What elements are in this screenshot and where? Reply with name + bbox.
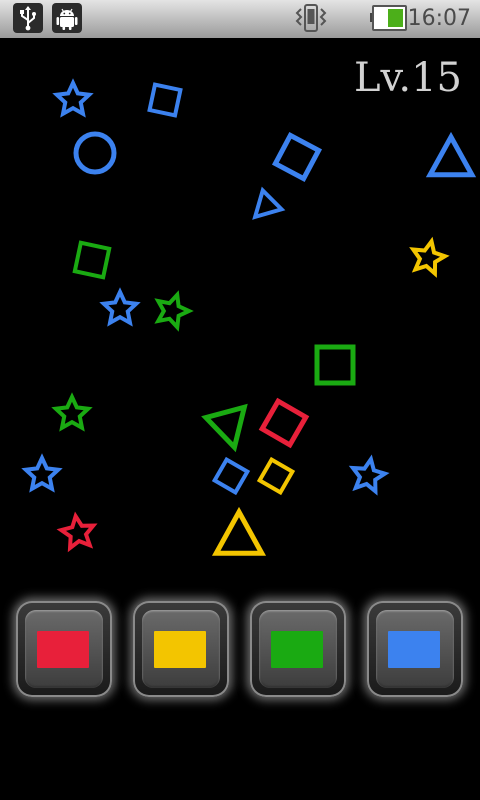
shape-star-red[interactable] bbox=[56, 511, 98, 553]
vibrate-icon bbox=[295, 4, 327, 32]
star-outline bbox=[52, 78, 94, 118]
yellow-swatch bbox=[154, 631, 206, 668]
shape-square-red[interactable] bbox=[258, 397, 310, 449]
green-swatch bbox=[271, 631, 323, 668]
star-outline bbox=[21, 453, 63, 493]
shape-star-yellow[interactable] bbox=[409, 236, 450, 278]
triangle-outline bbox=[425, 131, 477, 178]
shape-triangle-yellow[interactable] bbox=[211, 506, 267, 556]
star-outline bbox=[56, 511, 98, 553]
shape-star-green[interactable] bbox=[152, 290, 194, 332]
playfield[interactable] bbox=[0, 38, 480, 598]
shape-square-blue[interactable] bbox=[211, 456, 251, 496]
square-outline bbox=[314, 344, 356, 386]
android-debug-icon bbox=[52, 3, 82, 33]
star-outline bbox=[51, 392, 93, 432]
shape-star-green[interactable] bbox=[51, 392, 93, 432]
blue-button[interactable] bbox=[367, 601, 463, 697]
red-button[interactable] bbox=[16, 601, 112, 697]
yellow-button[interactable] bbox=[133, 601, 229, 697]
green-button[interactable] bbox=[250, 601, 346, 697]
star-outline bbox=[348, 454, 390, 496]
usb-icon bbox=[13, 3, 43, 33]
star-outline bbox=[409, 236, 450, 278]
triangle-outline bbox=[201, 403, 248, 453]
shape-triangle-green[interactable] bbox=[201, 403, 254, 453]
shape-square-blue[interactable] bbox=[271, 131, 323, 183]
circle-outline bbox=[73, 131, 117, 175]
shape-triangle-blue[interactable] bbox=[246, 186, 286, 226]
shape-square-green[interactable] bbox=[314, 344, 356, 386]
shape-square-yellow[interactable] bbox=[256, 456, 296, 496]
status-clock: 16:07 bbox=[407, 6, 471, 31]
star-outline bbox=[99, 287, 141, 327]
triangle-outline bbox=[211, 506, 267, 556]
color-controls bbox=[0, 600, 480, 700]
blue-swatch bbox=[388, 631, 440, 668]
shape-star-blue[interactable] bbox=[99, 287, 141, 327]
shape-triangle-blue[interactable] bbox=[425, 131, 477, 178]
shape-star-blue[interactable] bbox=[52, 78, 94, 118]
shape-circle-blue[interactable] bbox=[73, 131, 117, 175]
status-bar: 16:07 bbox=[0, 0, 480, 38]
shape-square-blue[interactable] bbox=[147, 82, 183, 118]
triangle-outline bbox=[252, 186, 286, 220]
square-outline bbox=[72, 240, 112, 280]
battery-charging-icon bbox=[370, 5, 407, 31]
shape-star-blue[interactable] bbox=[348, 454, 390, 496]
square-outline bbox=[211, 456, 251, 496]
red-swatch bbox=[37, 631, 89, 668]
shape-star-blue[interactable] bbox=[21, 453, 63, 493]
square-outline bbox=[256, 456, 296, 496]
shape-square-green[interactable] bbox=[72, 240, 112, 280]
star-outline bbox=[154, 290, 194, 332]
square-outline bbox=[147, 82, 183, 118]
square-outline bbox=[258, 397, 310, 449]
square-outline bbox=[271, 131, 323, 183]
